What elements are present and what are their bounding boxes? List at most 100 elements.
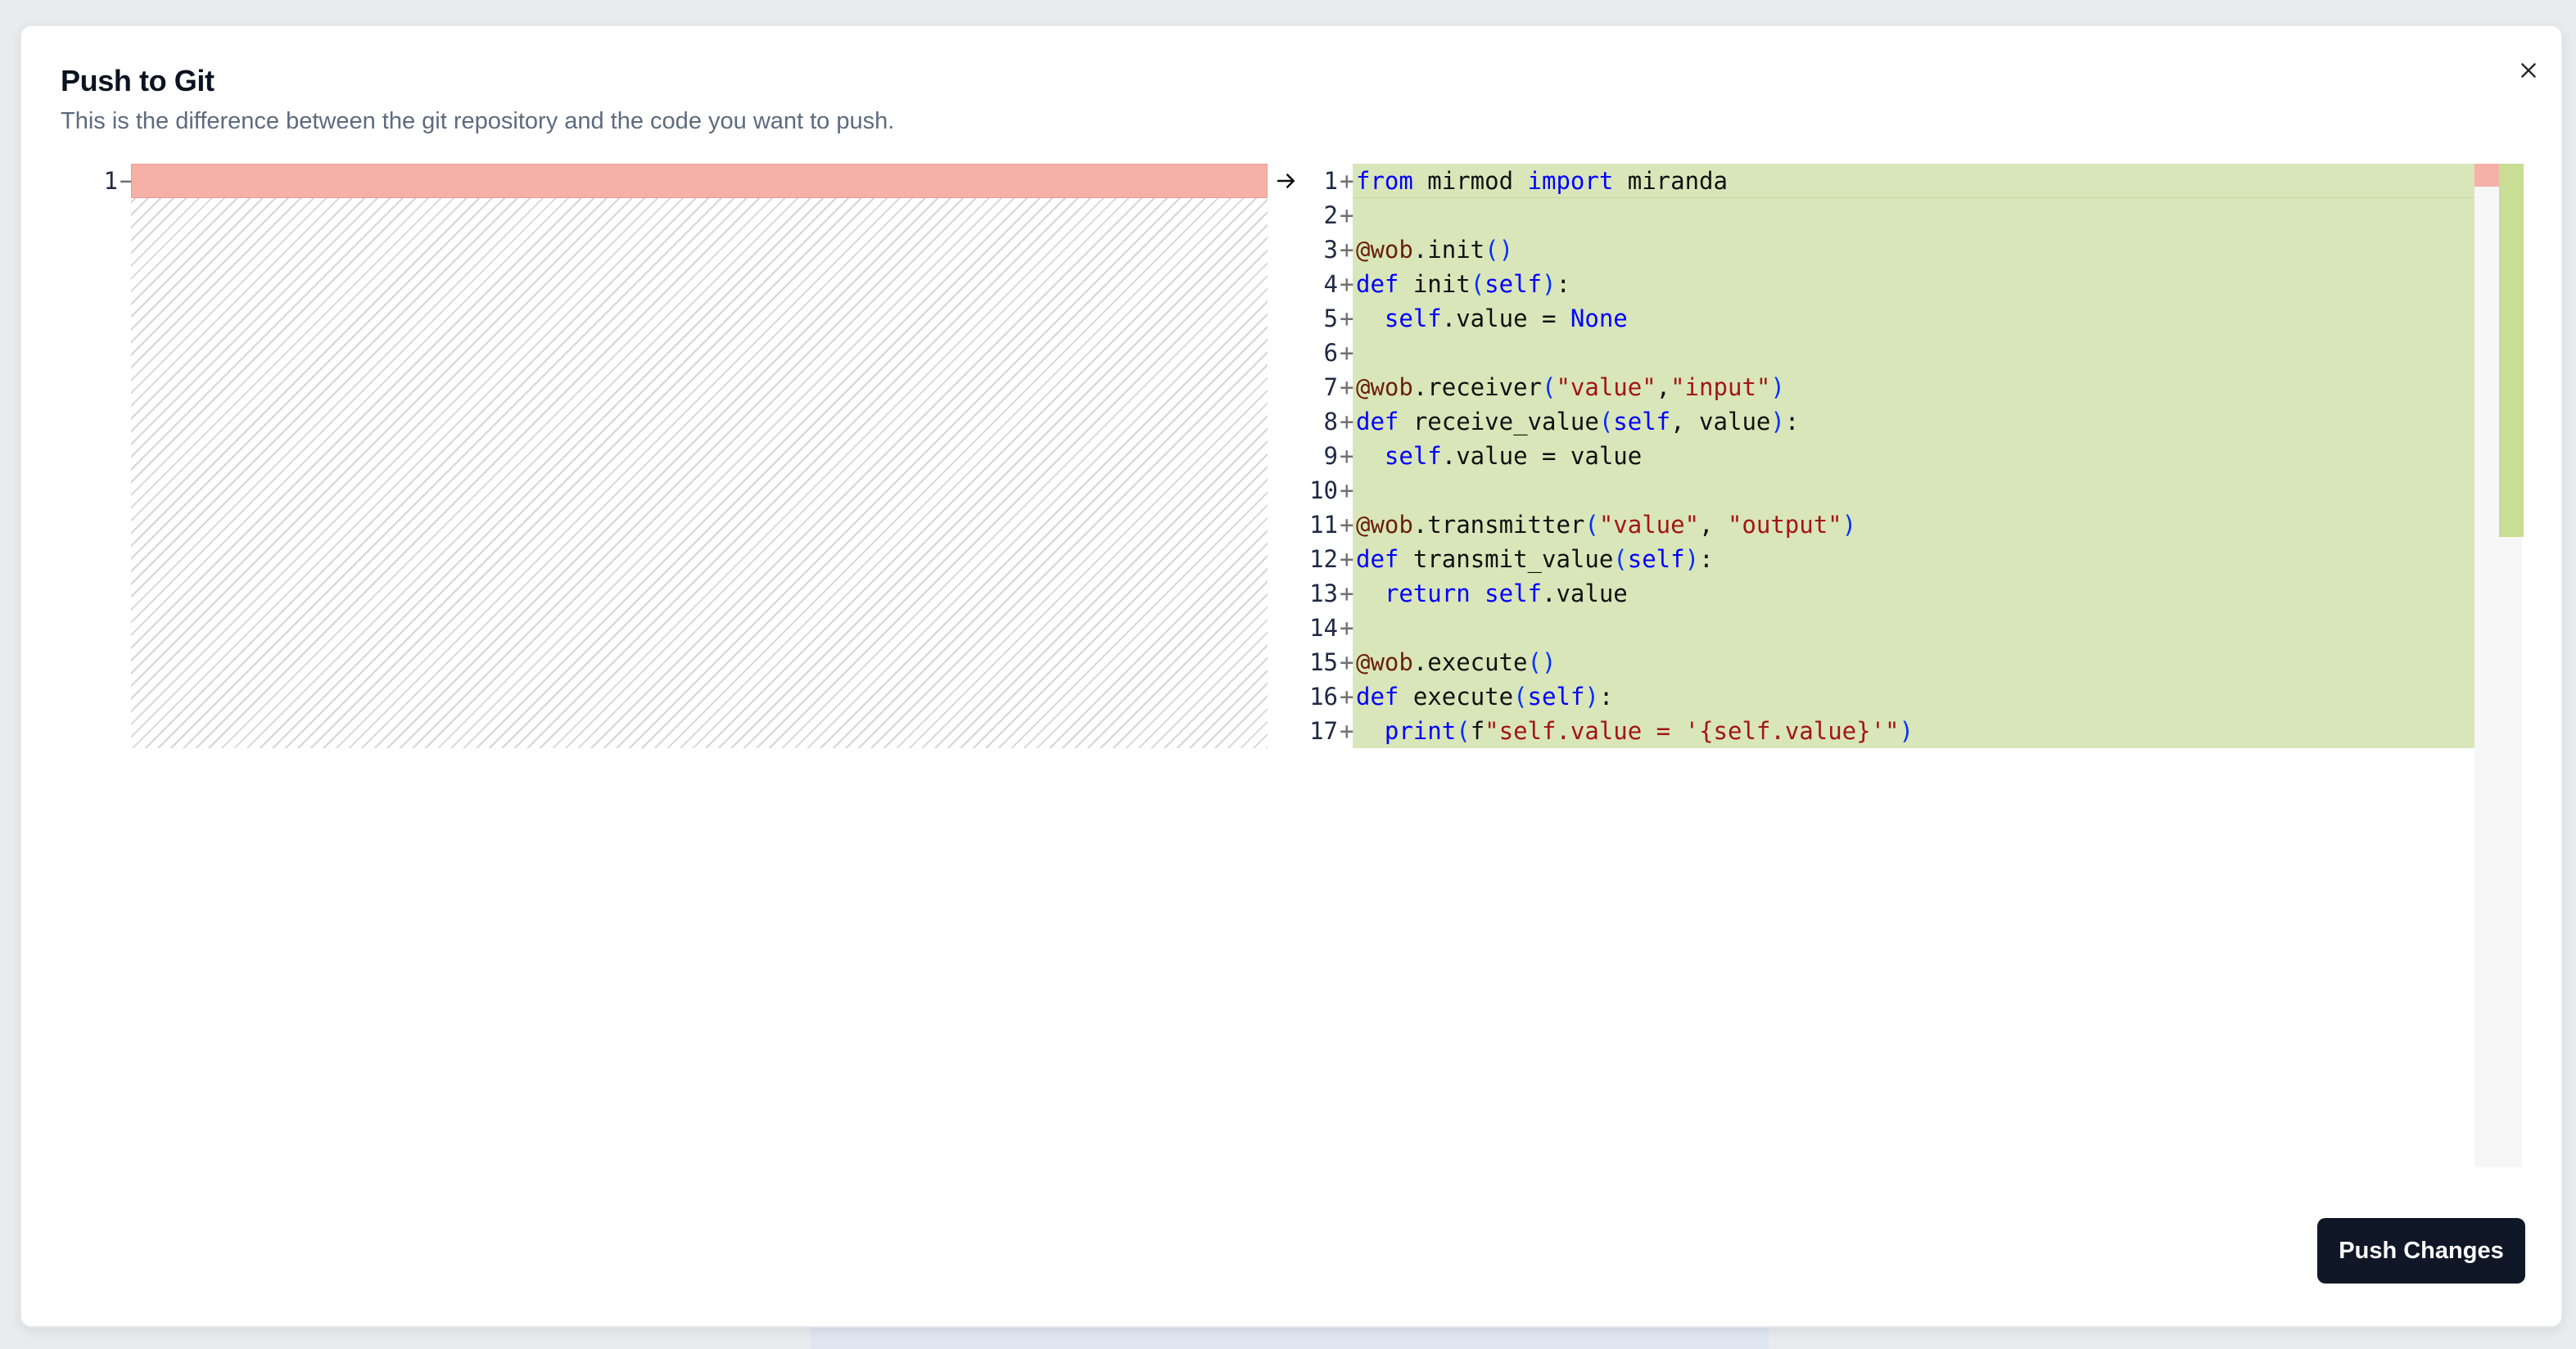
code-token: "value" bbox=[1556, 373, 1656, 401]
code-token: .init bbox=[1412, 236, 1485, 264]
right-line-number: 8 bbox=[1323, 408, 1338, 435]
code-token: def bbox=[1356, 270, 1399, 298]
code-token: init bbox=[1399, 270, 1471, 298]
code-token: .receiver bbox=[1412, 373, 1542, 401]
code-token: self bbox=[1384, 442, 1442, 470]
scrollbar-removed-marker bbox=[2474, 164, 2499, 187]
code-token: None bbox=[1570, 305, 1628, 332]
code-token: print bbox=[1384, 717, 1457, 745]
code-token: .value = bbox=[1441, 305, 1570, 332]
code-token: @wob bbox=[1356, 648, 1413, 676]
code-line: def transmit_value(self): bbox=[1356, 542, 2470, 576]
right-line-marker: + bbox=[1340, 683, 1354, 711]
code-token: return bbox=[1384, 580, 1471, 607]
code-token: from bbox=[1356, 167, 1413, 195]
code-token: "value" bbox=[1598, 511, 1700, 539]
code-token: self bbox=[1613, 408, 1671, 435]
empty-region-hatch bbox=[131, 198, 1268, 748]
code-token: () bbox=[1485, 236, 1514, 264]
right-line-marker: + bbox=[1340, 373, 1354, 401]
right-line-number: 17 bbox=[1309, 717, 1338, 745]
scrollbar-added-marker bbox=[2499, 164, 2524, 537]
right-line-marker: + bbox=[1340, 236, 1354, 264]
code-token: ) bbox=[1542, 270, 1557, 298]
right-line-number: 5 bbox=[1323, 305, 1338, 332]
right-line-number: 13 bbox=[1309, 580, 1338, 607]
push-changes-button[interactable]: Push Changes bbox=[2317, 1218, 2525, 1284]
code-token: ( bbox=[1613, 545, 1628, 573]
code-line: @wob.transmitter("value", "output") bbox=[1356, 508, 2470, 542]
code-token: self bbox=[1485, 580, 1542, 607]
revert-arrow-button[interactable] bbox=[1272, 165, 1300, 197]
code-content[interactable]: from mirmod import miranda @wob.init() def… bbox=[1356, 164, 2470, 748]
right-line-number: 7 bbox=[1323, 373, 1338, 401]
code-line: def receive_value(self, value): bbox=[1356, 404, 2470, 439]
code-token: @wob bbox=[1356, 373, 1413, 401]
code-token: def bbox=[1356, 408, 1399, 435]
right-line-marker: + bbox=[1340, 442, 1354, 470]
right-line-number: 14 bbox=[1309, 614, 1338, 642]
code-token: ( bbox=[1513, 683, 1528, 711]
code-token: ) bbox=[1899, 717, 1914, 745]
diff-editor: 1 − 1 +2 +3 +4 +5 +6 +7 +8 +9 +10 +11 +12 +13 +14 +15 +… bbox=[0, 0, 2576, 1349]
code-token: : bbox=[1598, 683, 1614, 711]
right-line-number: 1 bbox=[1323, 167, 1338, 195]
code-token: ) bbox=[1770, 373, 1785, 401]
left-line-number: 1 bbox=[103, 167, 118, 195]
code-token: "output" bbox=[1727, 511, 1842, 539]
right-line-marker: + bbox=[1340, 167, 1354, 195]
code-token: f bbox=[1470, 717, 1485, 745]
code-token: ( bbox=[1584, 511, 1599, 539]
code-line: return self.value bbox=[1356, 576, 2470, 611]
code-line: self.value = None bbox=[1356, 301, 2470, 336]
right-line-number: 16 bbox=[1309, 683, 1338, 711]
code-line: from mirmod import miranda bbox=[1356, 164, 2470, 198]
code-token: def bbox=[1356, 683, 1399, 711]
code-token: , bbox=[1656, 373, 1671, 401]
code-token: mirmod bbox=[1412, 167, 1528, 195]
code-token: .value bbox=[1542, 580, 1628, 607]
code-token: () bbox=[1527, 648, 1557, 676]
right-line-marker: + bbox=[1340, 545, 1354, 573]
code-token: : bbox=[1556, 270, 1570, 298]
code-token: ) bbox=[1584, 683, 1599, 711]
code-line: print(f"self.value = '{self.value}'") bbox=[1356, 714, 2470, 748]
right-line-marker: + bbox=[1340, 305, 1354, 332]
code-token: @wob bbox=[1356, 511, 1413, 539]
code-token: self bbox=[1527, 683, 1585, 711]
right-line-number: 2 bbox=[1323, 201, 1338, 229]
code-token: ( bbox=[1598, 408, 1614, 435]
code-token: import bbox=[1527, 167, 1614, 195]
right-line-number: 9 bbox=[1323, 442, 1338, 470]
code-token: miranda bbox=[1613, 167, 1728, 195]
right-line-marker: + bbox=[1340, 476, 1354, 504]
code-token: : bbox=[1699, 545, 1714, 573]
code-token: @wob bbox=[1356, 236, 1413, 264]
right-line-marker: + bbox=[1340, 339, 1354, 367]
code-token: ) bbox=[1684, 545, 1700, 573]
code-token: def bbox=[1356, 545, 1399, 573]
right-line-number: 3 bbox=[1323, 236, 1338, 264]
code-token: .transmitter bbox=[1412, 511, 1585, 539]
right-line-marker: + bbox=[1340, 270, 1354, 298]
code-line: @wob.execute() bbox=[1356, 645, 2470, 679]
right-line-number: 11 bbox=[1309, 511, 1338, 539]
right-line-marker: + bbox=[1340, 408, 1354, 435]
arrow-right-icon bbox=[1277, 174, 1295, 188]
code-token: : bbox=[1784, 408, 1800, 435]
code-line: @wob.init() bbox=[1356, 232, 2470, 267]
code-token: transmit_value bbox=[1399, 545, 1614, 573]
right-line-marker: + bbox=[1340, 614, 1354, 642]
code-token: ( bbox=[1456, 717, 1471, 745]
right-line-marker: + bbox=[1340, 580, 1354, 607]
code-token: execute bbox=[1399, 683, 1514, 711]
code-token: , value bbox=[1670, 408, 1771, 435]
